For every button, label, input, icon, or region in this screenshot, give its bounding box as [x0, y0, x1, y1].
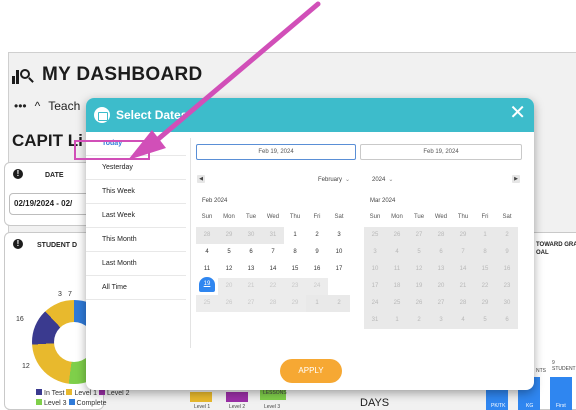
- annotation-arrow: [128, 1, 321, 160]
- screen: MY DASHBOARD ••• ^ Teach CAPIT Li ! DATE…: [0, 0, 576, 410]
